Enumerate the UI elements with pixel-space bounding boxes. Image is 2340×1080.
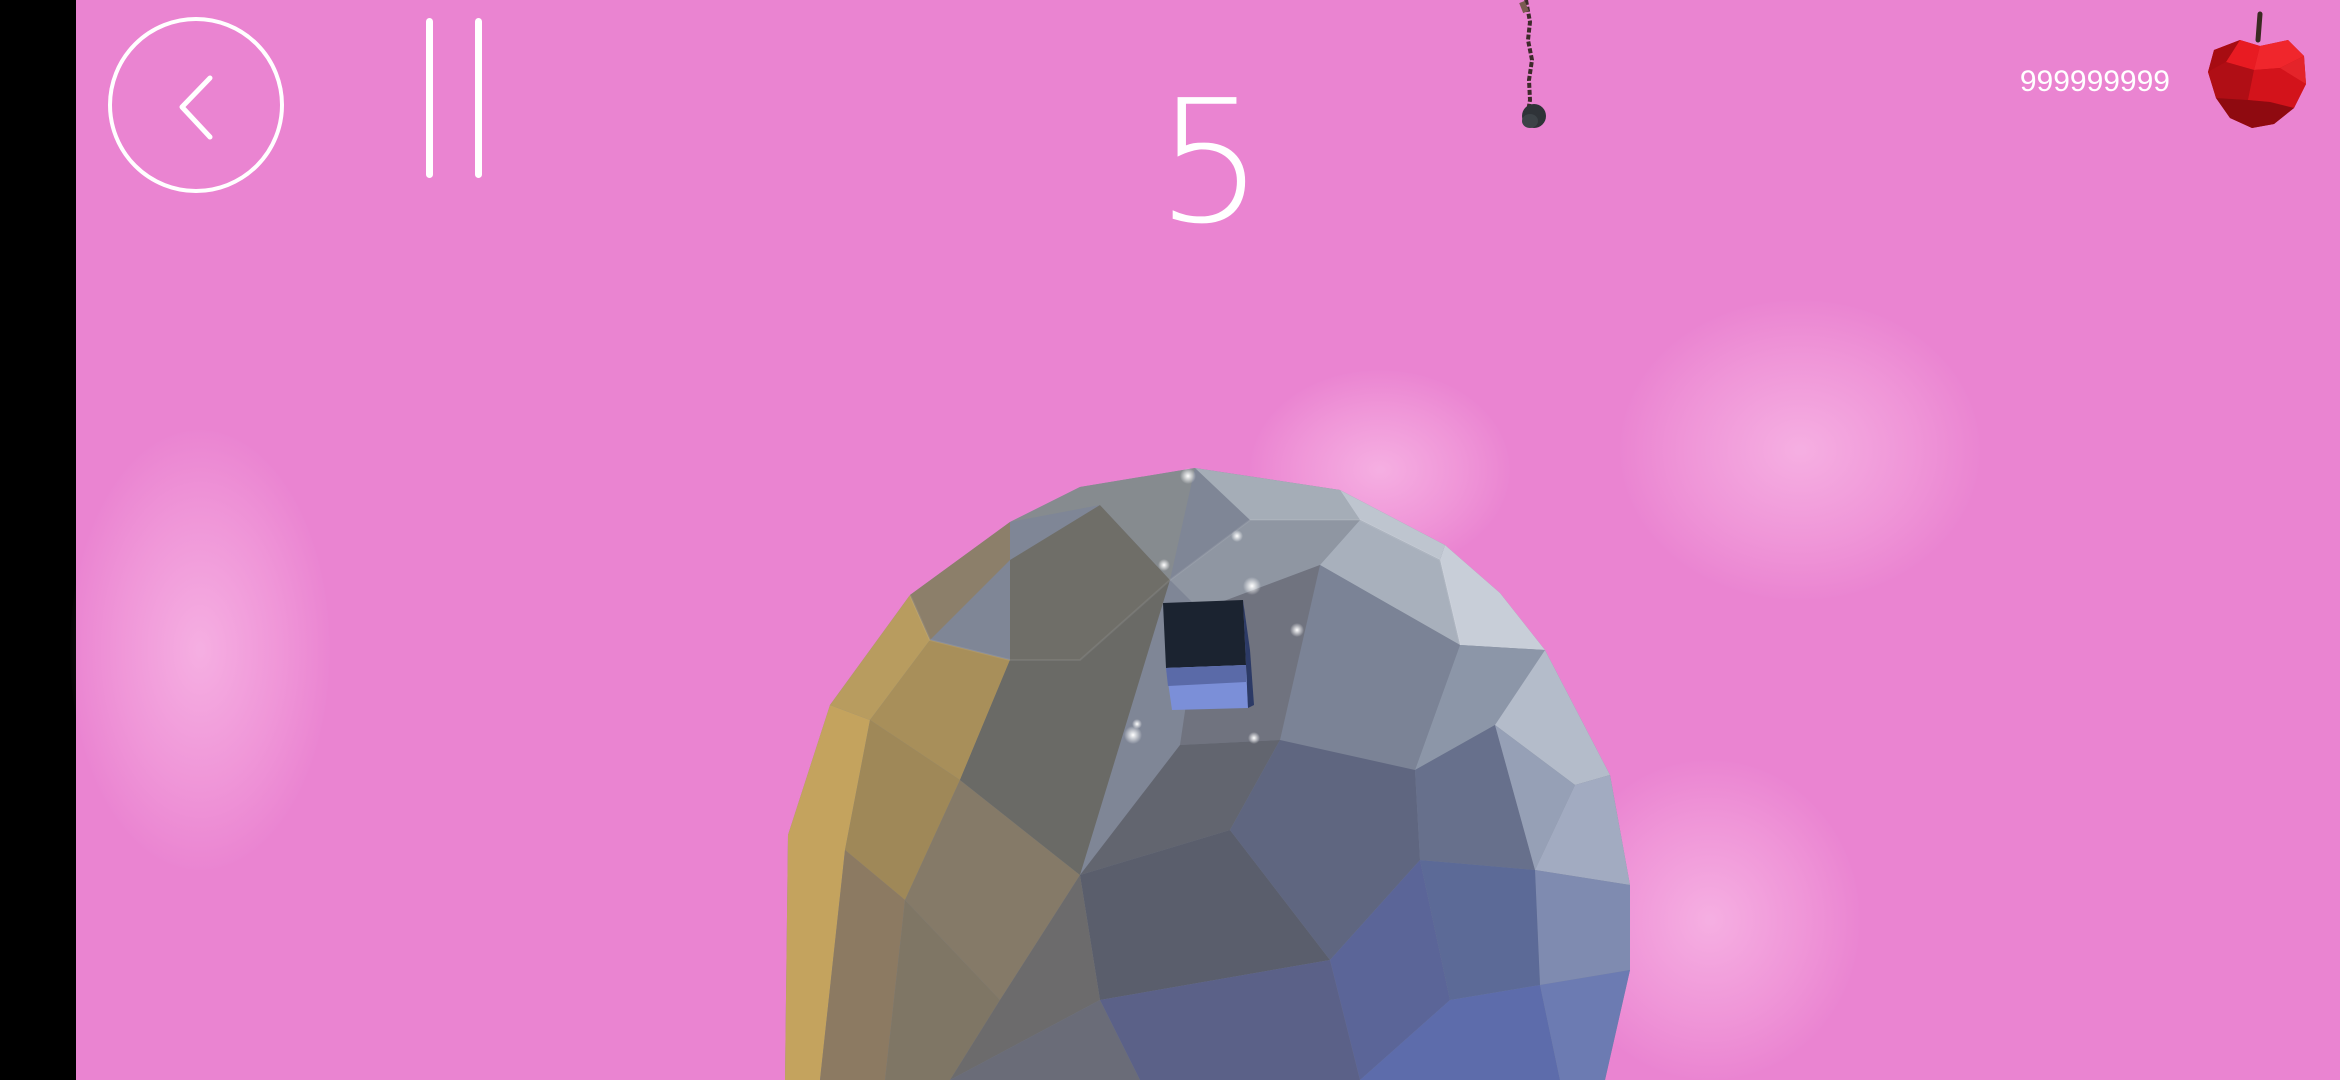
back-button[interactable]: [108, 17, 284, 193]
low-poly-planet: [785, 468, 1630, 1080]
hanging-chain-icon: [1508, 0, 1548, 140]
red-apple-icon: [2200, 10, 2312, 132]
score-counter: 5: [1155, 64, 1265, 262]
pause-button[interactable]: [412, 16, 492, 182]
player-cube: [1163, 600, 1254, 710]
apple-count-label: 999999999: [2019, 65, 2170, 98]
game-screen: 5 999999999: [0, 0, 2340, 1080]
chevron-left-icon: [179, 75, 213, 140]
